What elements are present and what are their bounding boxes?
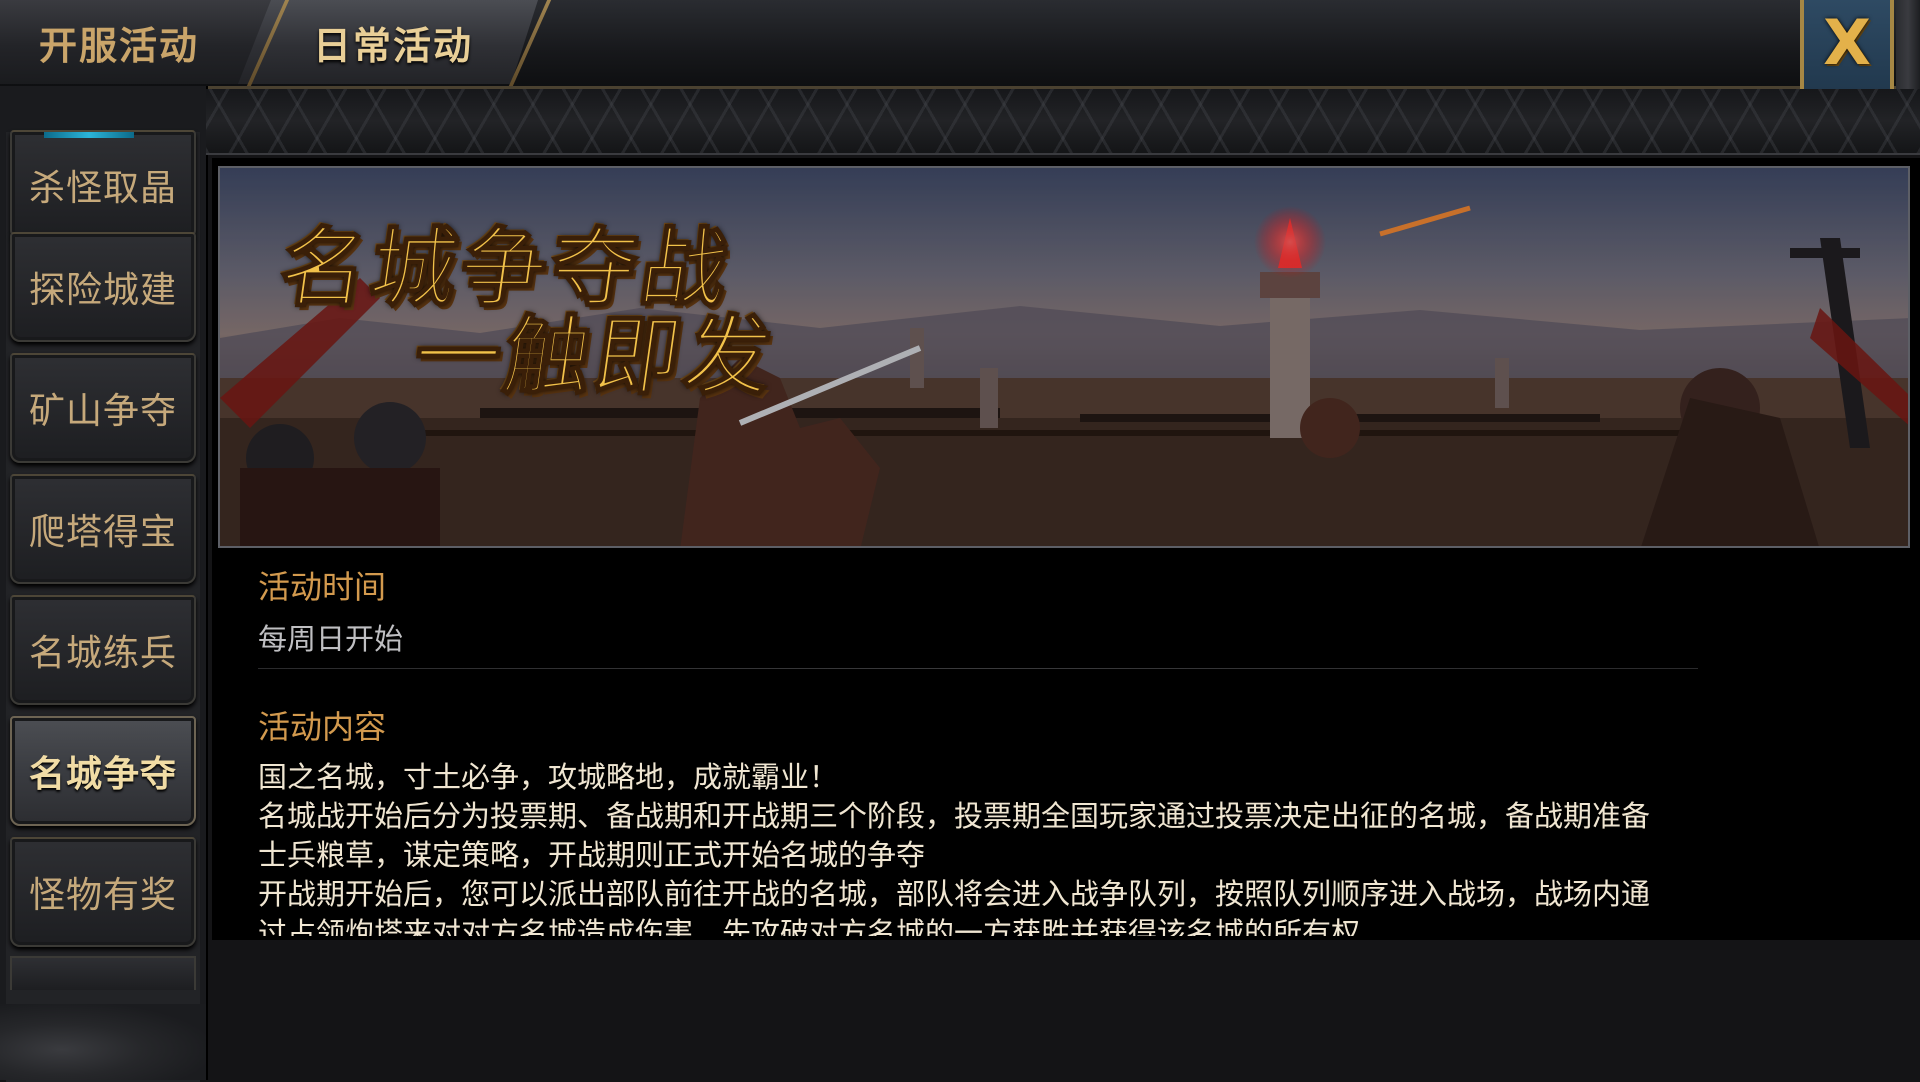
sidebar-item-monster-reward[interactable]: 怪物有奖: [10, 837, 196, 947]
sidebar-item-city-training[interactable]: 名城练兵: [10, 595, 196, 705]
tab-server-launch-events[interactable]: 开服活动: [0, 0, 272, 84]
content-line: 国之名城，寸土必争，攻城略地，成就霸业！: [258, 760, 839, 794]
content-line: 过占领炮塔来对对方名城造成伤害，先攻破对方名城的一方获胜并获得该名城的所有权: [258, 916, 1361, 936]
content-line: 士兵粮草，谋定策略，开战期则正式开始名城的争夺: [258, 838, 926, 872]
banner-title-line2: 一触即发: [407, 305, 783, 408]
sidebar-item-partial[interactable]: [10, 956, 196, 990]
activity-content-text[interactable]: 国之名城，寸土必争，攻城略地，成就霸业！ 名城战开始后分为投票期、备战期和开战期…: [258, 750, 1818, 936]
sidebar-item-expedition-city-build[interactable]: 探险城建: [10, 232, 196, 342]
panel-footer-background: [212, 940, 1920, 1080]
sidebar-item-label: 杀怪取晶: [28, 168, 177, 209]
event-banner: 名城争夺战 一触即发: [218, 166, 1910, 548]
content-line: 名城战开始后分为投票期、备战期和开战期三个阶段，投票期全国玩家通过投票决定出征的…: [258, 799, 1651, 833]
activity-sidebar: 杀怪取晶 探险城建 矿山争夺 爬塔得宝 名城练兵 名城争夺 怪物有奖: [0, 86, 208, 1082]
sidebar-item-city-contest[interactable]: 名城争夺: [10, 716, 196, 826]
sidebar-item-label: 爬塔得宝: [28, 512, 177, 553]
ornament-band: [206, 89, 1920, 155]
sidebar-ornament: [0, 1004, 206, 1080]
activity-content-heading: 活动内容: [258, 708, 387, 746]
sidebar-item-tower-treasure[interactable]: 爬塔得宝: [10, 474, 196, 584]
sidebar-item-label: 名城争夺: [28, 754, 177, 795]
activity-time-value: 每周日开始: [258, 622, 404, 656]
sidebar-item-label: 探险城建: [28, 270, 177, 311]
sidebar-scroll-accent: [44, 132, 134, 138]
sidebar-item-kill-monster-crystal[interactable]: 杀怪取晶: [10, 130, 196, 240]
sidebar-item-mine-contest[interactable]: 矿山争夺: [10, 353, 196, 463]
top-tab-bar: 开服活动 日常活动: [0, 0, 1920, 89]
tab-label: 开服活动: [38, 23, 199, 68]
section-divider: [258, 668, 1698, 669]
sidebar-item-label: 名城练兵: [28, 633, 177, 674]
content-line: 开战期开始后，您可以派出部队前往开战的名城，部队将会进入战争队列，按照队列顺序进…: [258, 877, 1651, 911]
tab-label: 日常活动: [312, 23, 473, 68]
close-icon: X: [1823, 6, 1871, 79]
activity-time-heading: 活动时间: [258, 568, 387, 606]
sidebar-item-label: 矿山争夺: [28, 391, 177, 432]
sidebar-item-label: 怪物有奖: [28, 875, 177, 916]
